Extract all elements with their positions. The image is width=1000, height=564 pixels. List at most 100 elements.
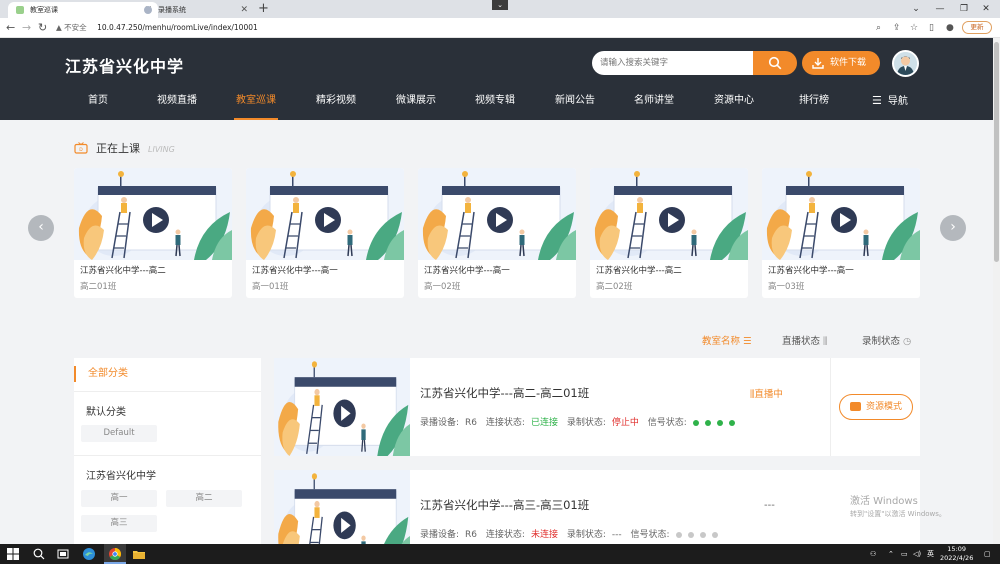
forward-arrow-icon[interactable]: → (22, 21, 31, 35)
edge-browser-icon[interactable] (82, 547, 96, 561)
sort-record-status-label: 录制状态 (862, 336, 901, 347)
software-download-button[interactable]: 软件下载 (802, 51, 880, 75)
room-thumbnail[interactable] (274, 470, 410, 544)
system-clock[interactable]: 15:09 2022/4/26 (940, 545, 973, 563)
classroom-row[interactable]: 江苏省兴化中学---高二-高二01班 录播设备: R6 连接状态: 已连接 录制状态… (274, 358, 920, 456)
card-school-label: 江苏省兴化中学---高一 (424, 266, 510, 276)
category-chip[interactable]: 高三 (81, 515, 157, 532)
profile-icon[interactable]: ● (946, 21, 954, 35)
sort-by-room-name[interactable]: 教室名称 ☰ (702, 333, 752, 347)
category-chip[interactable]: Default (81, 425, 157, 442)
device-label: 录播设备: (420, 530, 460, 540)
classroom-row[interactable]: 江苏省兴化中学---高三-高三01班 录播设备: R6 连接状态: 未连接 录制状态… (274, 470, 920, 544)
tray-expand-icon[interactable]: ⌃ (888, 544, 894, 564)
page-scrollbar[interactable] (993, 38, 1000, 544)
nav-menu-button[interactable]: ☰ 导航 (872, 93, 916, 120)
card-school-label: 江苏省兴化中学---高一 (252, 266, 338, 276)
address-input[interactable]: ▲ 不安全 10.0.47.250/menhu/roomLive/index/1… (56, 21, 836, 35)
live-status-badge: ⫼直播中 (750, 386, 783, 400)
search-input[interactable] (592, 51, 754, 75)
nav-item-teacher-lecture[interactable]: 名师讲堂 (632, 93, 676, 120)
reload-icon[interactable]: ↻ (38, 21, 47, 35)
living-class-card[interactable]: 江苏省兴化中学---高二 高二01班 (74, 168, 232, 298)
nav-item-resource-center[interactable]: 资源中心 (712, 93, 756, 120)
conn-status: 已连接 (530, 418, 558, 428)
people-icon[interactable]: ⚇ (870, 544, 876, 564)
bookmark-star-icon[interactable]: ☆ (910, 21, 918, 35)
nav-item-news[interactable]: 新闻公告 (553, 93, 597, 120)
zoom-icon[interactable]: ⌕ (876, 21, 881, 35)
card-class-label: 高一02班 (424, 282, 461, 292)
new-tab-button[interactable]: + (258, 1, 269, 17)
room-title[interactable]: 江苏省兴化中学---高三-高三01班 (420, 497, 589, 513)
class-thumbnail[interactable] (418, 168, 576, 260)
signal-dot (728, 420, 735, 426)
nav-item-ranking[interactable]: 排行榜 (797, 93, 831, 120)
nav-item-video-album[interactable]: 视频专辑 (473, 93, 517, 120)
school-name: 江苏省兴化中学 (65, 57, 185, 76)
category-all[interactable]: 全部分类 (74, 366, 128, 382)
category-group-title: 默认分类 (86, 407, 126, 418)
sort-by-live-status[interactable]: 直播状态 ⫼ (782, 333, 827, 347)
living-class-card[interactable]: 江苏省兴化中学---高一 高一03班 (762, 168, 920, 298)
notification-icon[interactable]: ▢ (984, 544, 991, 564)
download-icon (812, 58, 824, 69)
close-window-button[interactable]: ✕ (972, 0, 1000, 18)
task-view-icon[interactable] (56, 547, 70, 561)
chevron-left-icon: ‹ (38, 219, 44, 235)
windows-taskbar: ⚇ ⌃ ▭ ◁) 英 15:09 2022/4/26 ▢ (0, 544, 1000, 564)
classroom-illustration (762, 168, 920, 260)
living-class-card[interactable]: 江苏省兴化中学---高一 高一02班 (418, 168, 576, 298)
svg-text:D: D (79, 147, 83, 153)
sort-by-record-status[interactable]: 录制状态 ◷ (862, 333, 911, 347)
classroom-illustration (418, 168, 576, 260)
category-chip[interactable]: 高一 (81, 490, 157, 507)
sort-lines-icon: ☰ (743, 336, 752, 347)
windows-start-icon[interactable] (6, 547, 20, 561)
resource-mode-label: 资源模式 (866, 402, 903, 412)
search-button[interactable] (753, 51, 797, 75)
file-explorer-icon[interactable] (132, 547, 146, 561)
browser-update-button[interactable]: 更新 (962, 21, 992, 34)
class-thumbnail[interactable] (590, 168, 748, 260)
taskbar-search-icon[interactable] (32, 547, 46, 561)
carousel-prev-button[interactable]: ‹ (28, 215, 54, 241)
category-chip[interactable]: 高二 (166, 490, 242, 507)
device-value: R6 (465, 530, 478, 540)
living-class-card[interactable]: 江苏省兴化中学---高二 高二02班 (590, 168, 748, 298)
nav-item-featured-video[interactable]: 精彩视频 (314, 93, 358, 120)
scrollbar-thumb[interactable] (994, 42, 999, 262)
ime-indicator[interactable]: 英 (927, 544, 934, 564)
back-arrow-icon[interactable]: ← (6, 21, 15, 35)
user-avatar[interactable] (892, 50, 919, 77)
not-secure-warning[interactable]: ▲ 不安全 (56, 23, 87, 32)
room-thumbnail[interactable] (274, 358, 410, 456)
clock-time: 15:09 (947, 545, 967, 553)
share-icon[interactable]: ⇪ (893, 21, 901, 35)
nav-item-classroom-patrol[interactable]: 教室巡课 (234, 93, 278, 120)
tab-favicon-icon (16, 6, 24, 14)
signal-dot (716, 420, 723, 426)
carousel-next-button[interactable]: › (940, 215, 966, 241)
tab-close-icon[interactable]: ✕ (240, 2, 248, 18)
class-thumbnail[interactable] (762, 168, 920, 260)
rec-label: 录制状态: (566, 418, 606, 428)
sidepanel-icon[interactable]: ▯ (929, 21, 934, 35)
divider (74, 455, 261, 456)
rec-status: 停止中 (611, 418, 639, 428)
tab-search-chevron-icon[interactable]: ⌄ (492, 0, 508, 10)
network-icon[interactable]: ▭ (901, 544, 908, 564)
nav-item-home[interactable]: 首页 (86, 93, 110, 120)
menu-list-icon: ☰ (872, 94, 882, 107)
room-title[interactable]: 江苏省兴化中学---高二-高二01班 (420, 385, 589, 401)
nav-item-live[interactable]: 视频直播 (155, 93, 199, 120)
resource-mode-button[interactable]: 资源模式 (839, 394, 913, 420)
browser-tab[interactable]: 录播系统 ✕ (136, 2, 254, 18)
class-thumbnail[interactable] (74, 168, 232, 260)
main-nav: 首页 视频直播 教室巡课 精彩视频 微课展示 视频专辑 新闻公告 名师讲堂 资源… (0, 93, 993, 120)
class-thumbnail[interactable] (246, 168, 404, 260)
volume-icon[interactable]: ◁) (913, 544, 921, 564)
nav-item-micro-lesson[interactable]: 微课展示 (394, 93, 438, 120)
chrome-taskbar-button[interactable] (104, 544, 126, 564)
living-class-card[interactable]: 江苏省兴化中学---高一 高一01班 (246, 168, 404, 298)
